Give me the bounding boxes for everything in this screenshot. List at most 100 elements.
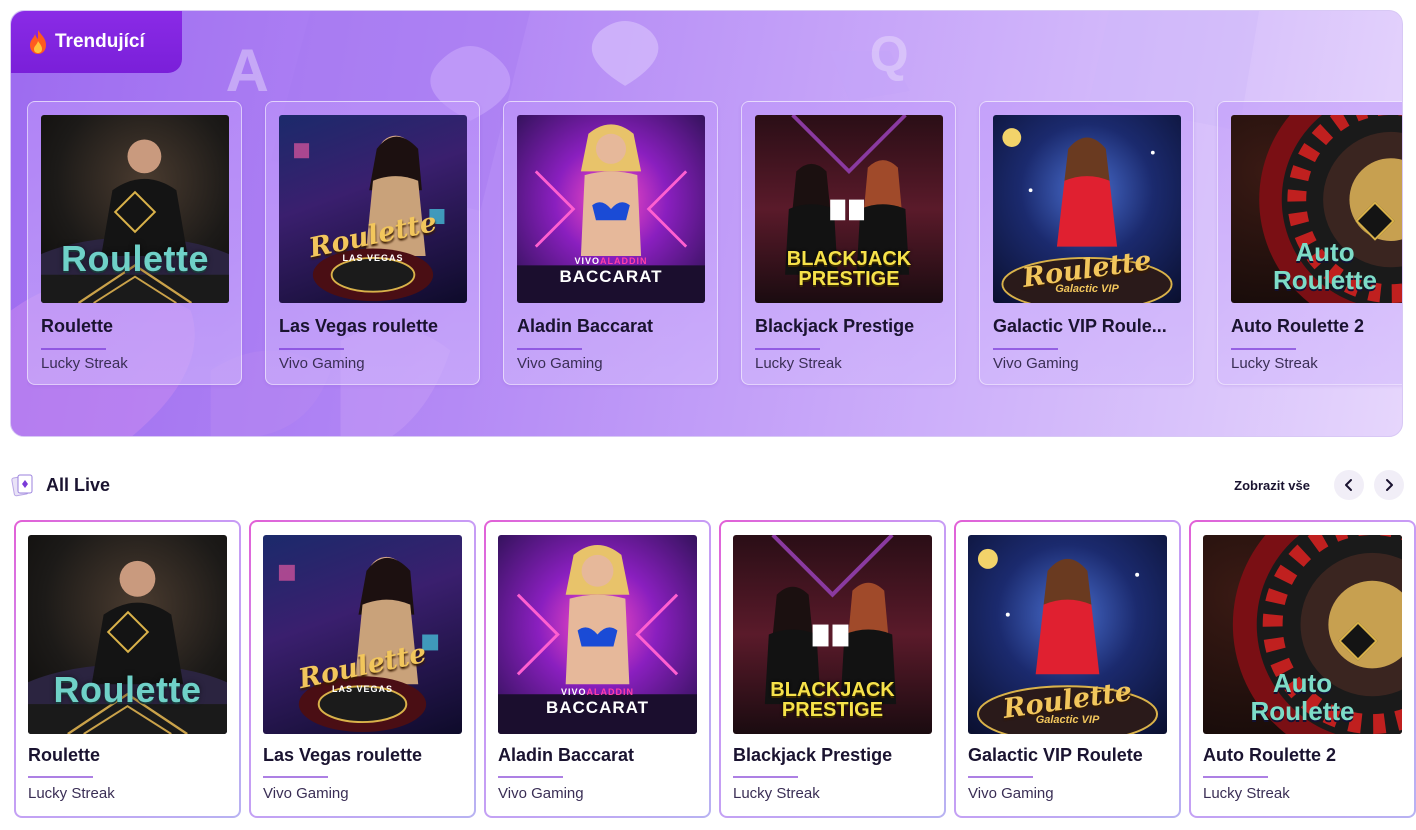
chevron-right-icon — [1386, 479, 1393, 491]
all-live-header: All Live — [10, 470, 110, 500]
game-provider: Vivo Gaming — [968, 785, 1054, 802]
svg-text:Q: Q — [870, 26, 909, 82]
live-game-card[interactable]: BLACKJACK PRESTIGE Blackjack Prestige Lu… — [719, 520, 946, 818]
game-art-auto: Auto Roulette — [1231, 115, 1402, 303]
art-subtitle: PRESTIGE — [798, 268, 900, 290]
trending-game-card[interactable]: Auto Roulette Auto Roulette 2 Lucky Stre… — [1217, 101, 1402, 385]
game-art-galactic: Roulette Galactic VIP — [993, 115, 1181, 303]
art-title: BACCARAT — [545, 698, 650, 717]
divider — [41, 348, 106, 350]
trending-badge: Trendující — [11, 11, 182, 73]
game-provider: Lucky Streak — [1203, 785, 1290, 802]
trending-banner: A Q Trendující Roulette Roulette Lucky S… — [10, 10, 1403, 437]
game-thumbnail[interactable]: Roulette Galactic VIP — [993, 115, 1181, 303]
game-thumbnail[interactable]: VIVOALADDIN BACCARAT — [498, 535, 697, 734]
game-title: Galactic VIP Roulete — [968, 745, 1143, 765]
art-subtitle: LAS VEGAS — [342, 253, 404, 263]
trending-game-card[interactable]: Roulette Roulette Lucky Streak — [27, 101, 242, 385]
live-game-card[interactable]: VIVOALADDIN BACCARAT Aladin Baccarat Viv… — [484, 520, 711, 818]
art-title: Roulette — [61, 238, 209, 279]
art-subtitle: LAS VEGAS — [331, 684, 393, 694]
game-art-blackjack: BLACKJACK PRESTIGE — [733, 535, 932, 734]
divider — [498, 776, 563, 778]
art-subtitle: Roulette — [1273, 265, 1377, 295]
game-provider: Vivo Gaming — [517, 355, 603, 372]
game-thumbnail[interactable]: Roulette — [41, 115, 229, 303]
game-provider: Vivo Gaming — [498, 785, 584, 802]
cards-icon — [10, 472, 36, 498]
art-title: Auto — [1272, 668, 1333, 698]
game-art-lasvegas: Roulette LAS VEGAS — [263, 535, 462, 734]
game-title: Roulette — [28, 745, 100, 765]
game-thumbnail[interactable]: BLACKJACK PRESTIGE — [733, 535, 932, 734]
divider — [1203, 776, 1268, 778]
game-title: Blackjack Prestige — [755, 316, 915, 336]
live-game-card[interactable]: Roulette LAS VEGAS Las Vegas roulette Vi… — [249, 520, 476, 818]
game-art-blackjack: BLACKJACK PRESTIGE — [755, 115, 943, 303]
art-subtitle: Galactic VIP — [1055, 283, 1119, 295]
game-title: Las Vegas roulette — [263, 745, 423, 765]
game-title: Galactic VIP Roule... — [993, 316, 1167, 336]
game-title: Auto Roulette 2 — [1231, 316, 1364, 336]
game-thumbnail[interactable]: VIVOALADDIN BACCARAT — [517, 115, 705, 303]
flame-icon — [30, 30, 46, 54]
game-title: Roulette — [41, 316, 113, 336]
trending-label: Trendující — [55, 31, 145, 52]
game-art-galactic: Roulette Galactic VIP — [968, 535, 1167, 734]
game-provider: Lucky Streak — [1231, 355, 1318, 372]
all-live-title: All Live — [46, 474, 111, 495]
divider — [755, 348, 820, 350]
game-thumbnail[interactable]: Roulette LAS VEGAS — [263, 535, 462, 734]
divider — [1231, 348, 1296, 350]
trending-game-card[interactable]: Roulette Galactic VIP Galactic VIP Roule… — [979, 101, 1194, 385]
game-thumbnail[interactable]: Auto Roulette — [1231, 115, 1402, 303]
trending-game-card[interactable]: Roulette LAS VEGAS Las Vegas roulette Vi… — [265, 101, 480, 385]
game-provider: Lucky Streak — [28, 785, 115, 802]
game-art-lasvegas: Roulette LAS VEGAS — [279, 115, 467, 303]
game-art-baccarat: VIVOALADDIN BACCARAT — [517, 115, 705, 303]
svg-text:A: A — [226, 37, 269, 104]
art-title: Roulette — [53, 669, 202, 710]
game-art-baccarat: VIVOALADDIN BACCARAT — [498, 535, 697, 734]
divider — [279, 348, 344, 350]
art-brand: VIVOALADDIN — [574, 256, 648, 266]
prev-button[interactable] — [1334, 470, 1364, 500]
divider — [28, 776, 93, 778]
game-thumbnail[interactable]: Roulette — [28, 535, 227, 734]
divider — [993, 348, 1058, 350]
divider — [517, 348, 582, 350]
game-provider: Vivo Gaming — [279, 355, 365, 372]
art-subtitle: Galactic VIP — [1035, 714, 1100, 726]
game-thumbnail[interactable]: Auto Roulette — [1203, 535, 1402, 734]
game-title: Blackjack Prestige — [733, 745, 893, 765]
game-provider: Vivo Gaming — [263, 785, 349, 802]
game-thumbnail[interactable]: BLACKJACK PRESTIGE — [755, 115, 943, 303]
art-title: BACCARAT — [559, 267, 663, 286]
game-art-auto: Auto Roulette — [1203, 535, 1402, 734]
game-title: Las Vegas roulette — [279, 316, 439, 336]
game-title: Aladin Baccarat — [498, 745, 635, 765]
game-provider: Lucky Streak — [755, 355, 842, 372]
game-thumbnail[interactable]: Roulette Galactic VIP — [968, 535, 1167, 734]
show-all-link[interactable]: Zobrazit vše — [1234, 478, 1310, 493]
game-title: Aladin Baccarat — [517, 316, 654, 336]
art-subtitle: Roulette — [1250, 696, 1355, 726]
trending-game-card[interactable]: VIVOALADDIN BACCARAT Aladin Baccarat Viv… — [503, 101, 718, 385]
divider — [263, 776, 328, 778]
live-game-card[interactable]: Roulette Galactic VIP Galactic VIP Roule… — [954, 520, 1181, 818]
trending-game-card[interactable]: BLACKJACK PRESTIGE Blackjack Prestige Lu… — [741, 101, 956, 385]
all-live-carousel: Roulette Roulette Lucky Streak Roulette … — [14, 520, 1416, 820]
divider — [733, 776, 798, 778]
game-art-roulette: Roulette — [28, 535, 227, 734]
game-thumbnail[interactable]: Roulette LAS VEGAS — [279, 115, 467, 303]
art-title: Auto — [1295, 237, 1355, 267]
live-game-card[interactable]: Roulette Roulette Lucky Streak — [14, 520, 241, 818]
game-art-roulette: Roulette — [41, 115, 229, 303]
next-button[interactable] — [1374, 470, 1404, 500]
chevron-left-icon — [1345, 479, 1352, 491]
all-live-controls: Zobrazit vše — [1234, 470, 1404, 500]
game-provider: Lucky Streak — [733, 785, 820, 802]
art-title: BLACKJACK — [770, 679, 895, 701]
live-game-card[interactable]: Auto Roulette Auto Roulette 2 Lucky Stre… — [1189, 520, 1416, 818]
game-provider: Vivo Gaming — [993, 355, 1079, 372]
